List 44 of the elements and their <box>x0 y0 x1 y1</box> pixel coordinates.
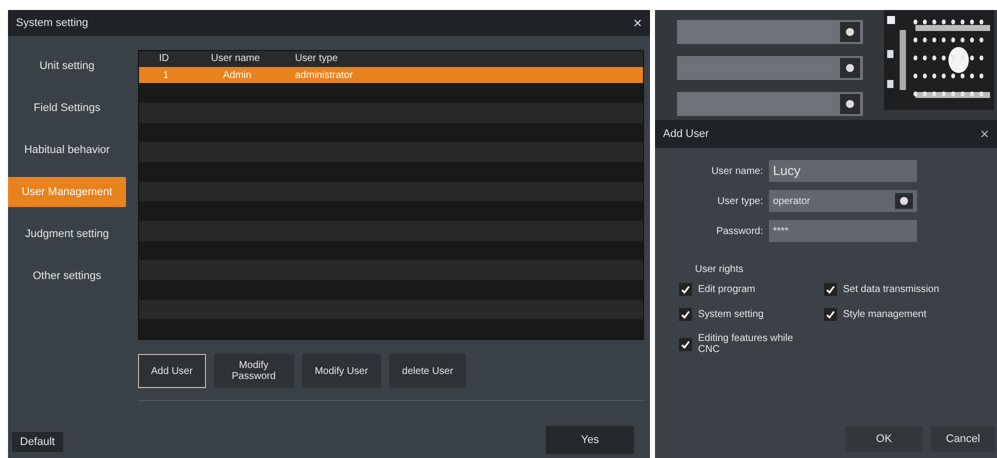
column-header: User type <box>294 52 338 66</box>
input-field[interactable]: **** <box>769 220 917 242</box>
dropdown[interactable] <box>677 92 863 116</box>
dialog-title: Add User <box>663 126 709 142</box>
action-button[interactable]: Modify Password <box>214 354 294 388</box>
action-button[interactable]: Add User <box>138 354 206 388</box>
window-title: System setting <box>16 16 88 31</box>
table-cell-text: 1 <box>162 68 170 83</box>
cancel-button[interactable]: Cancel <box>931 426 995 452</box>
sidebar-item[interactable]: Judgment setting <box>8 219 126 249</box>
checkbox[interactable] <box>679 308 692 321</box>
checkbox-label: Style management <box>843 309 926 320</box>
dropdown[interactable] <box>677 56 863 80</box>
table-cell-text: Admin <box>222 68 252 83</box>
select-field[interactable]: operator <box>769 190 917 212</box>
checkbox-label: Edit program <box>698 284 756 295</box>
field-label: User name: <box>710 164 763 178</box>
close-button[interactable]: × <box>980 126 989 142</box>
sidebar-item[interactable]: Field Settings <box>8 93 126 123</box>
action-button[interactable]: delete User <box>389 354 466 388</box>
table-cell-text: administrator <box>294 68 353 83</box>
field-label: Password: <box>715 224 763 238</box>
checkbox[interactable] <box>679 338 692 350</box>
checkbox[interactable] <box>824 283 837 296</box>
checkbox[interactable] <box>679 283 692 296</box>
field-label: User type: <box>716 194 763 208</box>
checkbox-label: Set data transmission <box>843 284 940 295</box>
action-button[interactable]: Modify User <box>302 354 382 388</box>
checkbox-label: System setting <box>698 309 764 320</box>
sidebar-item[interactable]: Habitual behavior <box>8 135 126 165</box>
close-button[interactable]: × <box>633 16 642 30</box>
default-button[interactable]: Default <box>12 432 63 452</box>
section-title: User rights <box>695 263 744 277</box>
yes-button[interactable]: Yes <box>546 426 634 454</box>
column-header: User name <box>210 52 261 66</box>
checkbox-label: Editing features while CNC <box>698 333 794 355</box>
ok-button[interactable]: OK <box>845 426 923 452</box>
input-field[interactable]: Lucy <box>769 160 917 182</box>
select-value: operator <box>773 194 810 208</box>
checkbox[interactable] <box>824 308 837 321</box>
dropdown[interactable] <box>677 20 863 44</box>
sidebar-item[interactable]: Other settings <box>8 261 126 291</box>
column-header: ID <box>158 52 170 66</box>
sidebar-item[interactable]: Unit setting <box>8 51 126 81</box>
